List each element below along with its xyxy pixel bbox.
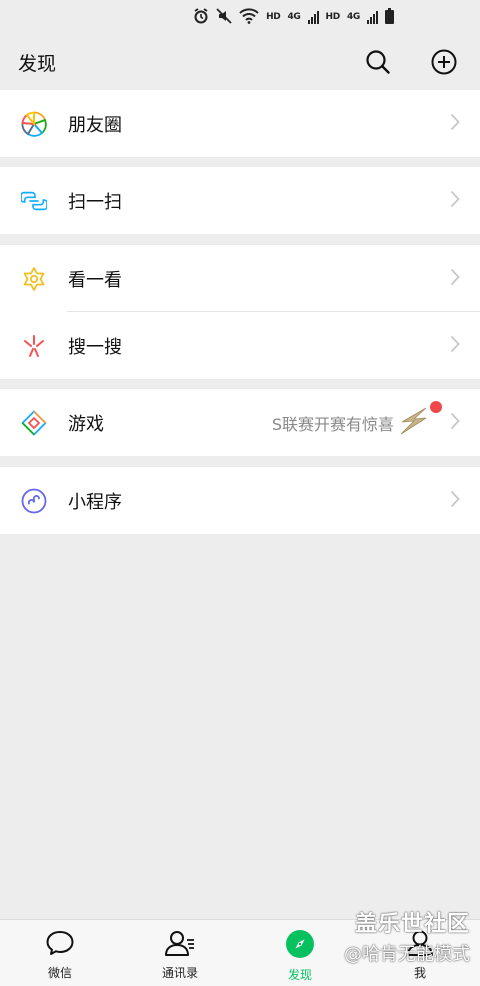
menu-item-scan[interactable]: 扫一扫 [0, 167, 480, 234]
compass-icon [285, 929, 315, 963]
chat-bubble-icon [45, 929, 75, 961]
watermark: 盖乐世社区 @哈肯无能模式 [344, 906, 470, 966]
tab-contacts[interactable]: 通讯录 [120, 920, 240, 986]
menu-group-games: 游戏 S联赛开赛有惊喜 [0, 389, 480, 456]
tab-discover[interactable]: 发现 [240, 920, 360, 986]
menu-group-mini-programs: 小程序 [0, 467, 480, 534]
header-bar: 发现 [0, 34, 480, 90]
tab-label: 微信 [47, 966, 72, 980]
menu-item-label: 小程序 [68, 491, 122, 513]
search-icon [366, 50, 390, 74]
games-promo-text: S联赛开赛有惊喜 [271, 414, 394, 434]
chevron-right-icon [450, 190, 460, 212]
menu-group-scan: 扫一扫 [0, 167, 480, 234]
menu-item-label: 搜一搜 [68, 336, 122, 358]
search-button[interactable] [360, 44, 396, 80]
alarm-icon [193, 7, 209, 27]
mini-programs-icon [21, 488, 47, 514]
tab-label: 发现 [287, 968, 312, 982]
menu-item-top-stories[interactable]: 看一看 [0, 245, 480, 312]
plus-circle-icon [431, 49, 457, 75]
mute-icon [216, 7, 232, 27]
hd-indicator-1: HD [266, 12, 281, 22]
notification-badge [430, 401, 442, 413]
add-button[interactable] [426, 44, 462, 80]
battery-icon [385, 8, 394, 24]
hd-indicator-2: HD [325, 12, 341, 22]
tab-label: 通讯录 [161, 966, 198, 980]
status-bar: HD 4G HD 4G [0, 0, 480, 34]
chevron-right-icon [450, 113, 460, 135]
signal-icon-1 [307, 10, 319, 24]
contacts-icon [164, 929, 196, 961]
watermark-line-2: @哈肯无能模式 [344, 944, 470, 965]
tab-label: 我 [413, 966, 426, 980]
menu-item-moments[interactable]: 朋友圈 [0, 90, 480, 157]
scan-icon [21, 188, 47, 214]
page-title: 发现 [18, 52, 57, 75]
chevron-right-icon [450, 412, 460, 434]
league-logo-icon [398, 406, 430, 440]
menu-item-label: 扫一扫 [68, 191, 122, 213]
signal-icon-2 [367, 10, 378, 24]
wifi-icon [239, 7, 259, 27]
watermark-line-1: 盖乐世社区 [354, 912, 470, 937]
games-icon [21, 410, 47, 436]
menu-item-mini-programs[interactable]: 小程序 [0, 467, 480, 534]
top-stories-icon [21, 266, 47, 292]
menu-item-search[interactable]: 搜一搜 [0, 312, 480, 379]
tab-chats[interactable]: 微信 [0, 920, 120, 986]
network-type-2: 4G [346, 12, 360, 22]
menu-group-discover: 看一看 搜一搜 [0, 245, 480, 379]
menu-item-label: 朋友圈 [68, 114, 122, 136]
search-sparkle-icon [21, 333, 47, 359]
menu-group-moments: 朋友圈 [0, 90, 480, 157]
chevron-right-icon [450, 335, 460, 357]
menu-item-games[interactable]: 游戏 S联赛开赛有惊喜 [0, 389, 480, 456]
network-type-1: 4G [287, 12, 301, 22]
chevron-right-icon [450, 490, 460, 512]
moments-icon [21, 111, 47, 137]
menu-item-label: 看一看 [68, 269, 122, 291]
chevron-right-icon [450, 268, 460, 290]
